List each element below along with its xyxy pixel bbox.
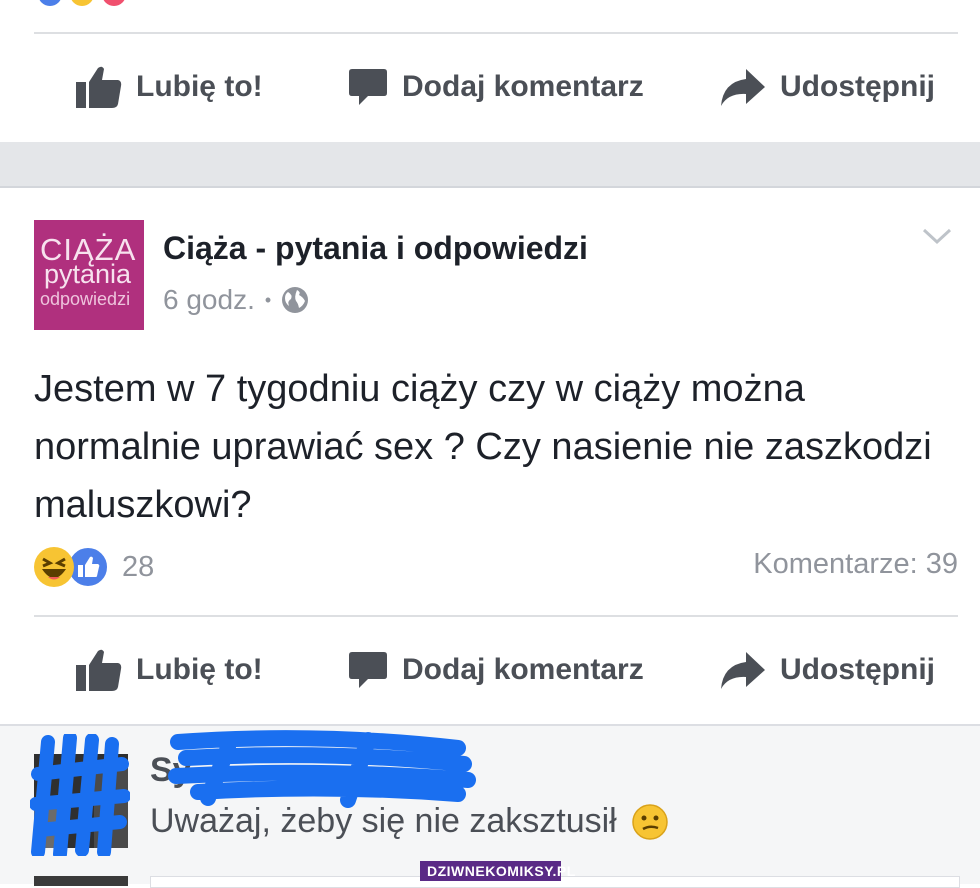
previous-post-card: Lubię to! Dodaj komentarz Udostępnij xyxy=(0,0,980,142)
divider xyxy=(34,32,958,34)
like-reaction-icon xyxy=(38,0,62,6)
feed-separator xyxy=(0,142,980,186)
comment-button[interactable]: Dodaj komentarz xyxy=(348,52,644,122)
watermark-text: DZIWNEKOMIKSY.PL xyxy=(427,863,576,879)
like-button-label: Lubię to! xyxy=(136,70,263,103)
chevron-down-icon[interactable] xyxy=(921,226,953,246)
share-button-label: Udostępnij xyxy=(780,653,935,686)
page-avatar[interactable]: CIĄŻA pytania odpowiedzi xyxy=(34,220,144,330)
post-actions-bar: Lubię to! Dodaj komentarz Udostępnij xyxy=(0,635,980,705)
haha-reaction-icon xyxy=(70,0,94,6)
comment-button-label: Dodaj komentarz xyxy=(402,653,644,686)
like-button[interactable]: Lubię to! xyxy=(76,52,263,122)
comment-body: Uważaj, żeby się nie zaksztusił xyxy=(150,802,617,840)
divider xyxy=(34,615,958,617)
comments-count-link[interactable]: Komentarze: 39 xyxy=(753,548,958,581)
meta-separator: • xyxy=(264,289,272,310)
post-time[interactable]: 6 godz. xyxy=(163,284,255,316)
share-button-label: Udostępnij xyxy=(780,70,935,103)
comment-bubble-icon xyxy=(349,69,387,105)
site-watermark: DZIWNEKOMIKSY.PL xyxy=(420,861,575,881)
love-reaction-icon xyxy=(102,0,126,6)
page-logo-line3: odpowiedzi xyxy=(40,289,131,309)
comments-section: Sy Uważaj, żeby się nie zaksztusił xyxy=(0,724,980,888)
comment-button[interactable]: Dodaj komentarz xyxy=(348,635,644,705)
share-arrow-icon xyxy=(721,652,765,689)
confused-face-icon xyxy=(632,803,668,840)
previous-post-reactions xyxy=(38,0,126,6)
comment-button-label: Dodaj komentarz xyxy=(402,70,644,103)
like-button-label: Lubię to! xyxy=(136,653,263,686)
commenter-avatar[interactable] xyxy=(34,754,128,848)
post-meta: 6 godz. • xyxy=(163,284,309,316)
haha-reaction-icon xyxy=(34,547,74,587)
reactions-summary[interactable]: 28 xyxy=(34,545,154,589)
page-name-link[interactable]: Ciąża - pytania i odpowiedzi xyxy=(163,230,588,267)
thumbs-up-icon xyxy=(76,649,122,691)
page-logo-line2: pytania xyxy=(44,259,132,289)
post-actions-bar: Lubię to! Dodaj komentarz Udostępnij xyxy=(0,52,980,122)
like-button[interactable]: Lubię to! xyxy=(76,635,263,705)
censor-scribble xyxy=(168,730,476,808)
post-text: Jestem w 7 tygodniu ciąży czy w ciąży mo… xyxy=(34,368,932,526)
reaction-count: 28 xyxy=(122,550,155,583)
comment-bubble-icon xyxy=(349,652,387,688)
next-commenter-avatar[interactable] xyxy=(34,876,128,886)
share-button[interactable]: Udostępnij xyxy=(720,52,935,122)
thumbs-up-icon xyxy=(76,66,122,108)
post-card: CIĄŻA pytania odpowiedzi Ciąża - pytania… xyxy=(0,188,980,724)
globe-icon xyxy=(282,287,309,313)
share-button[interactable]: Udostępnij xyxy=(720,635,935,705)
share-arrow-icon xyxy=(721,69,765,106)
comment-text: Uważaj, żeby się nie zaksztusił xyxy=(150,802,669,841)
comment-author[interactable]: Sy xyxy=(150,751,192,790)
